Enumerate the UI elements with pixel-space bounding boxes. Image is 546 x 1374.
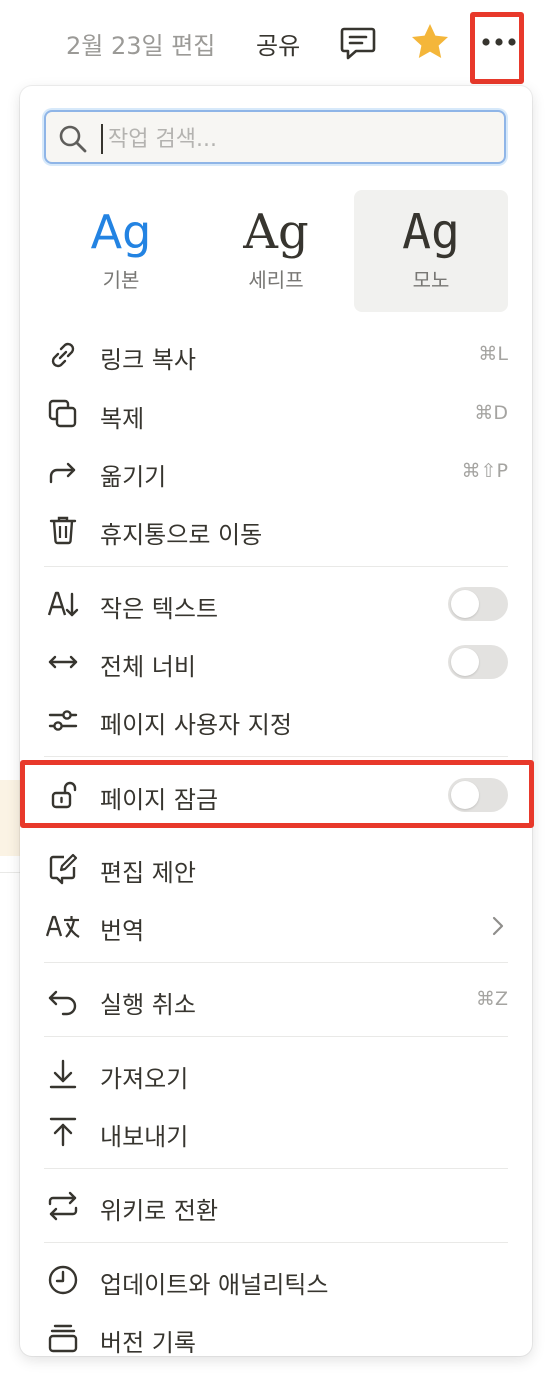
- translate-icon: [46, 915, 80, 938]
- menu-item-analytics[interactable]: 업데이트와 애널리틱스: [20, 1254, 532, 1306]
- duplicate-label: 복제: [100, 405, 145, 433]
- chevron-right-icon: [492, 916, 504, 936]
- customize-page-label: 페이지 사용자 지정: [100, 711, 292, 739]
- trash-label: 휴지통으로 이동: [100, 521, 263, 549]
- move-label: 옮기기: [100, 463, 167, 491]
- copy-link-label: 링크 복사: [100, 346, 196, 374]
- menu-item-translate[interactable]: 번역: [20, 900, 532, 952]
- trash-icon: [49, 516, 77, 545]
- font-label-default: 기본: [102, 268, 140, 292]
- font-option-serif[interactable]: Ag 세리프: [199, 190, 353, 312]
- menu-item-undo[interactable]: 실행 취소 ⌘Z: [20, 974, 532, 1026]
- clock-icon: [48, 1265, 78, 1295]
- font-label-serif: 세리프: [248, 268, 304, 292]
- more-button-highlight: [470, 12, 524, 84]
- menu-item-duplicate[interactable]: 복제 ⌘D: [20, 388, 532, 440]
- star-icon[interactable]: [408, 20, 452, 64]
- text-cursor: [101, 124, 103, 154]
- move-arrow-icon: [49, 462, 76, 484]
- menu-item-customize-page[interactable]: 페이지 사용자 지정: [20, 694, 532, 746]
- download-icon: [49, 1059, 77, 1089]
- font-sample-default: Ag: [90, 205, 152, 259]
- small-text-label: 작은 텍스트: [100, 595, 219, 623]
- copy-link-shortcut: ⌘L: [478, 343, 508, 365]
- share-button[interactable]: 공유: [256, 26, 300, 61]
- page-topbar: 2월 23일 편집 공유: [0, 0, 546, 86]
- small-text-icon: [47, 591, 79, 617]
- menu-divider: [44, 1168, 508, 1169]
- turn-into-wiki-label: 위키로 전환: [100, 1197, 219, 1225]
- font-selector: Ag 기본 Ag 세리프 Ag 모노: [44, 190, 510, 312]
- small-text-toggle[interactable]: [448, 587, 508, 621]
- undo-icon: [48, 990, 77, 1016]
- menu-divider: [44, 1242, 508, 1243]
- font-option-mono[interactable]: Ag 모노: [354, 190, 508, 312]
- toggle-knob: [451, 590, 479, 618]
- menu-item-suggest-edits[interactable]: 편집 제안: [20, 842, 532, 894]
- duplicate-icon: [48, 399, 77, 428]
- menu-divider: [44, 566, 508, 567]
- move-shortcut: ⌘⇧P: [461, 460, 508, 482]
- font-sample-serif: Ag: [243, 204, 309, 260]
- menu-item-small-text[interactable]: 작은 텍스트: [20, 578, 532, 630]
- search-input[interactable]: [106, 120, 490, 158]
- page-options-menu: Ag 기본 Ag 세리프 Ag 모노 링크 복사 ⌘L 복제 ⌘D: [20, 86, 532, 1356]
- translate-label: 번역: [100, 917, 145, 945]
- font-sample-mono: Ag: [402, 204, 460, 260]
- menu-item-turn-into-wiki[interactable]: 위키로 전환: [20, 1180, 532, 1232]
- font-option-default[interactable]: Ag 기본: [44, 190, 198, 312]
- search-icon: [59, 125, 87, 153]
- lock-page-highlight: [20, 760, 534, 828]
- suggest-edit-icon: [49, 853, 78, 885]
- sliders-icon: [48, 710, 78, 731]
- menu-item-move[interactable]: 옮기기 ⌘⇧P: [20, 446, 532, 498]
- analytics-label: 업데이트와 애널리틱스: [100, 1271, 329, 1299]
- full-width-toggle[interactable]: [448, 645, 508, 679]
- menu-item-export[interactable]: 내보내기: [20, 1106, 532, 1158]
- full-width-icon: [48, 655, 78, 669]
- menu-divider: [44, 1036, 508, 1037]
- menu-item-copy-link[interactable]: 링크 복사 ⌘L: [20, 329, 532, 381]
- undo-label: 실행 취소: [100, 991, 196, 1019]
- history-stack-icon: [48, 1324, 78, 1353]
- comment-icon[interactable]: [338, 22, 378, 62]
- suggest-edits-label: 편집 제안: [100, 859, 196, 887]
- link-icon: [51, 342, 75, 368]
- menu-item-full-width[interactable]: 전체 너비: [20, 636, 532, 688]
- menu-divider: [44, 756, 508, 757]
- export-label: 내보내기: [100, 1123, 189, 1151]
- upload-icon: [49, 1117, 77, 1147]
- duplicate-shortcut: ⌘D: [474, 402, 508, 424]
- edited-timestamp: 2월 23일 편집: [66, 32, 216, 60]
- toggle-knob: [451, 648, 479, 676]
- menu-item-import[interactable]: 가져오기: [20, 1048, 532, 1100]
- undo-shortcut: ⌘Z: [475, 988, 508, 1010]
- convert-icon: [48, 1191, 78, 1221]
- menu-item-version-history[interactable]: 버전 기록: [20, 1312, 532, 1356]
- version-history-label: 버전 기록: [100, 1329, 196, 1356]
- search-box[interactable]: [44, 110, 506, 164]
- font-label-mono: 모노: [412, 268, 450, 292]
- import-label: 가져오기: [100, 1065, 189, 1093]
- menu-divider: [44, 962, 508, 963]
- full-width-label: 전체 너비: [100, 653, 196, 681]
- menu-item-trash[interactable]: 휴지통으로 이동: [20, 504, 532, 556]
